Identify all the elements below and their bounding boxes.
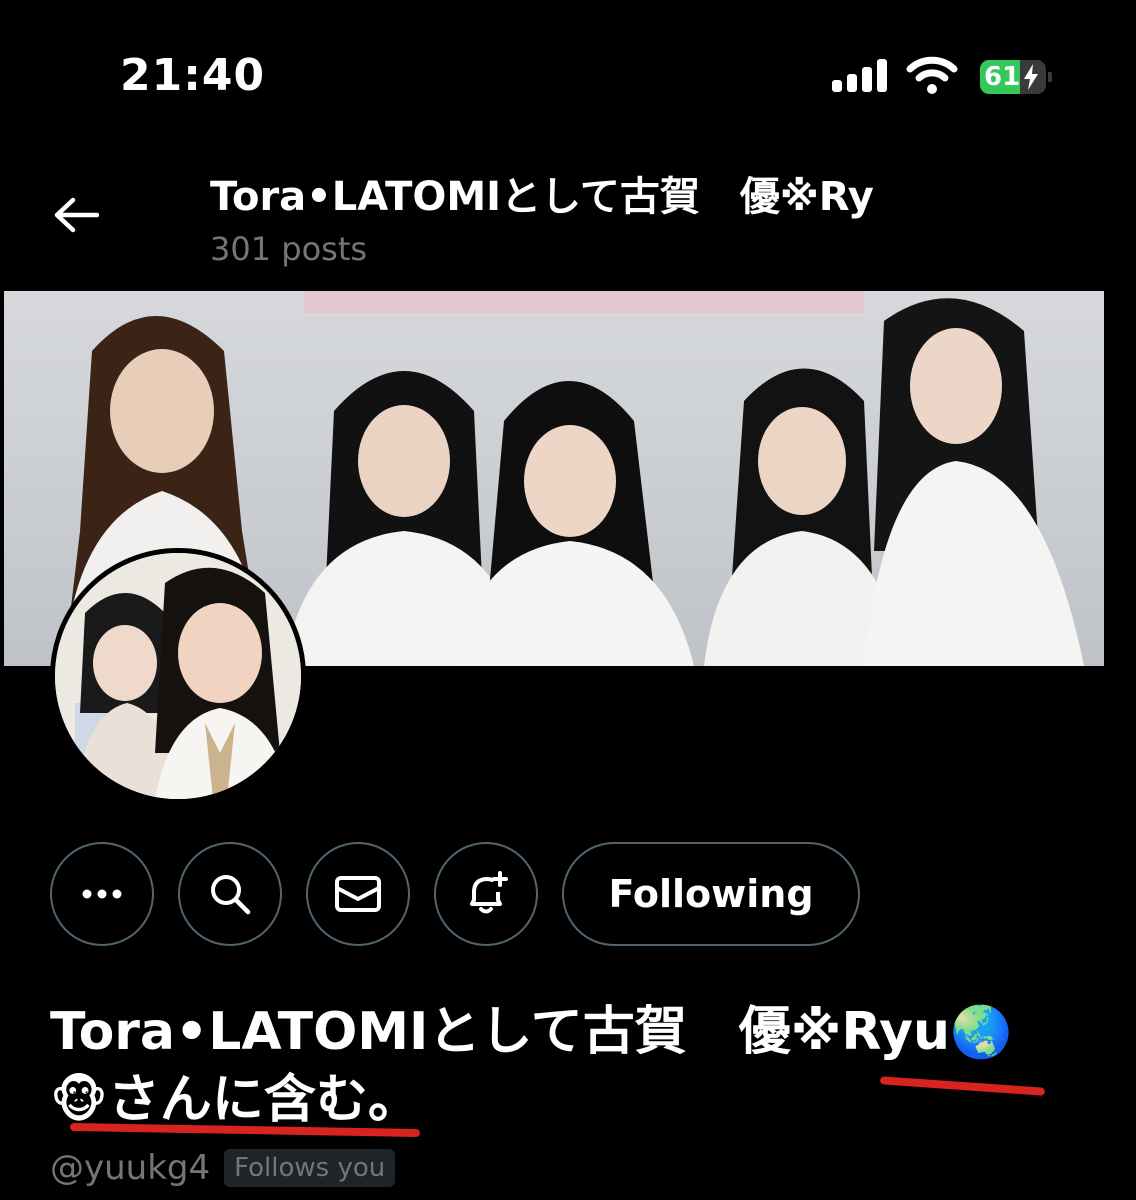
- wifi-icon: [906, 56, 958, 94]
- header-title: Tora•LATOMIとして古賀 優※Ry: [210, 174, 874, 220]
- envelope-icon: [335, 876, 381, 912]
- bell-plus-icon: [470, 871, 508, 914]
- profile-display-name: Tora•LATOMIとして古賀 優※Ryu🌏 🐵さんに含む。: [50, 998, 1110, 1134]
- cellular-signal-icon: [832, 58, 890, 92]
- battery-indicator: 61: [980, 60, 1052, 94]
- search-icon: [211, 875, 251, 915]
- status-bar: 21:40 61: [0, 0, 1136, 150]
- battery-level: 61: [984, 62, 1021, 92]
- back-button[interactable]: [48, 190, 104, 240]
- profile-handle-row: @yuukg4 Follows you: [50, 1148, 396, 1188]
- status-time: 21:40: [120, 50, 266, 101]
- more-button[interactable]: [50, 842, 154, 946]
- posts-count: 301 posts: [210, 230, 368, 268]
- message-button[interactable]: [306, 842, 410, 946]
- display-name-line2: さんに含む。: [107, 1070, 420, 1130]
- arrow-left-icon: [54, 197, 99, 233]
- charging-bolt-icon: [1024, 64, 1038, 90]
- search-button[interactable]: [178, 842, 282, 946]
- following-button[interactable]: Following: [562, 842, 860, 946]
- avatar-photo: [55, 553, 301, 799]
- notifications-button[interactable]: [434, 842, 538, 946]
- profile-avatar[interactable]: [50, 548, 306, 804]
- follows-you-badge: Follows you: [224, 1149, 396, 1187]
- display-name-line1: Tora•LATOMIとして古賀 優※Ryu: [50, 1002, 950, 1062]
- globe-emoji-icon: 🌏: [950, 1003, 1013, 1061]
- profile-handle: @yuukg4: [50, 1148, 211, 1188]
- monkey-emoji-icon: 🐵: [50, 1071, 108, 1129]
- more-horizontal-icon: [82, 889, 122, 899]
